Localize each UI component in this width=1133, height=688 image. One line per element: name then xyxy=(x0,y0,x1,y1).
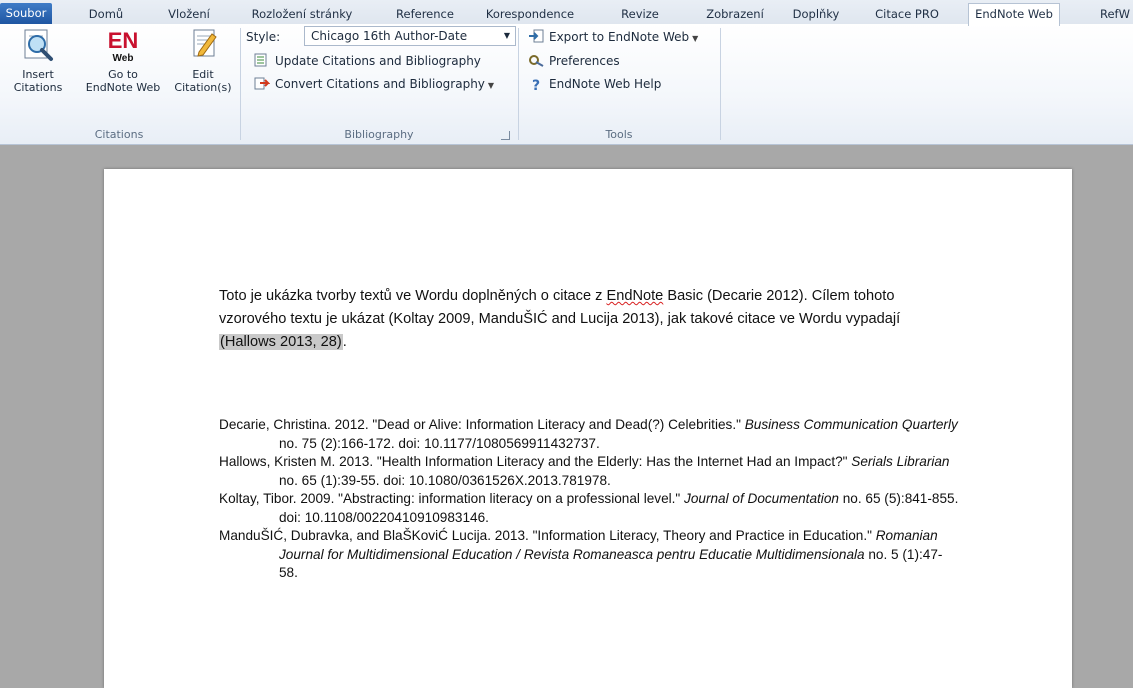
convert-citations-label: Convert Citations and Bibliography xyxy=(275,77,485,91)
style-select[interactable]: Chicago 16th Author-Date ▼ xyxy=(304,26,516,46)
go-to-endnote-web-button[interactable]: EN Web Go to EndNote Web xyxy=(76,26,170,94)
spellcheck-word: EndNote xyxy=(606,288,664,304)
paragraph-text: . xyxy=(342,334,347,350)
dialog-launcher-icon[interactable] xyxy=(501,131,510,140)
preferences-label: Preferences xyxy=(549,54,620,68)
tab-review[interactable]: Revize xyxy=(618,4,662,24)
entry-text: Hallows, Kristen M. 2013. "Health Inform… xyxy=(219,454,852,469)
preferences-icon xyxy=(528,53,544,67)
bibliography-entry: Hallows, Kristen M. 2013. "Health Inform… xyxy=(219,453,959,490)
bibliography-entry: Decarie, Christina. 2012. "Dead or Alive… xyxy=(219,416,959,453)
paragraph-text: Toto je ukázka tvorby textů ve Wordu dop… xyxy=(219,288,607,304)
edit-citation-icon xyxy=(185,26,221,64)
entry-text: Koltay, Tibor. 2009. "Abstracting: infor… xyxy=(219,491,685,506)
help-icon: ? xyxy=(531,78,541,94)
convert-citations-button[interactable]: Convert Citations and Bibliography ▼ xyxy=(254,74,494,94)
update-citations-button[interactable]: Update Citations and Bibliography xyxy=(254,51,481,71)
bibliography-entry: Koltay, Tibor. 2009. "Abstracting: infor… xyxy=(219,490,959,527)
edit-label-line2: Citation(s) xyxy=(174,81,232,94)
bibliography-entry: ManduŠIĆ, Dubravka, and BlaŠKoviĆ Lucija… xyxy=(219,527,959,583)
export-label: Export to EndNote Web xyxy=(549,30,690,44)
help-label: EndNote Web Help xyxy=(549,77,662,91)
endnote-web-logo-icon: EN Web xyxy=(103,26,143,64)
tab-refworks[interactable]: RefW xyxy=(1092,4,1133,24)
en-logo-text: EN xyxy=(108,28,139,53)
group-separator xyxy=(518,28,519,140)
edit-label-line1: Edit xyxy=(192,68,214,81)
insert-label-line2: Citations xyxy=(13,81,63,94)
export-to-endnote-web-button[interactable]: Export to EndNote Web ▼ xyxy=(528,27,698,47)
insert-citations-icon xyxy=(20,26,56,64)
entry-journal: Serials Librarian xyxy=(851,454,950,469)
entry-journal: Journal of Documentation xyxy=(684,491,839,506)
endnote-web-help-button[interactable]: ? EndNote Web Help xyxy=(528,74,661,94)
style-label: Style: xyxy=(246,30,281,44)
edit-citations-button[interactable]: Edit Citation(s) xyxy=(170,26,236,94)
goto-label-line2: EndNote Web xyxy=(85,81,161,94)
entry-text: Decarie, Christina. 2012. "Dead or Alive… xyxy=(219,417,745,432)
tab-home[interactable]: Domů xyxy=(86,4,126,24)
entry-text: ManduŠIĆ, Dubravka, and BlaŠKoviĆ Lucija… xyxy=(219,528,876,543)
ribbon: Insert Citations EN Web Go to EndNote We… xyxy=(0,24,1133,145)
tab-view[interactable]: Zobrazení xyxy=(705,4,765,24)
tab-citace-pro[interactable]: Citace PRO xyxy=(870,4,944,24)
chevron-down-icon: ▼ xyxy=(692,34,699,43)
goto-label-line1: Go to xyxy=(108,68,138,81)
document-page[interactable]: Toto je ukázka tvorby textů ve Wordu dop… xyxy=(104,169,1072,688)
insert-citations-button[interactable]: Insert Citations xyxy=(0,26,76,94)
tab-references[interactable]: Reference xyxy=(392,4,458,24)
document-paragraph[interactable]: Toto je ukázka tvorby textů ve Wordu dop… xyxy=(219,285,939,354)
group-bibliography: Style: Chicago 16th Author-Date ▼ Update… xyxy=(242,24,516,144)
group-citations: Insert Citations EN Web Go to EndNote We… xyxy=(0,24,238,144)
entry-journal: Business Communication Quarterly xyxy=(744,417,958,432)
tab-endnote-web[interactable]: EndNote Web xyxy=(968,3,1060,26)
en-logo-sub: Web xyxy=(113,53,134,64)
tools-group-label: Tools xyxy=(605,128,633,141)
update-citations-label: Update Citations and Bibliography xyxy=(275,54,481,68)
selected-citation[interactable]: (Hallows 2013, 28) xyxy=(219,334,343,350)
group-separator xyxy=(240,28,241,140)
tab-page-layout[interactable]: Rozložení stránky xyxy=(250,4,354,24)
update-citations-icon xyxy=(254,53,270,67)
tab-addins[interactable]: Doplňky xyxy=(790,4,842,24)
entry-details: no. 75 (2):166-172. doi: 10.1177/1080569… xyxy=(279,435,600,451)
convert-citations-icon xyxy=(254,76,271,90)
tab-file[interactable]: Soubor xyxy=(0,3,52,24)
preferences-button[interactable]: Preferences xyxy=(528,51,620,71)
chevron-down-icon: ▼ xyxy=(503,31,510,40)
group-separator xyxy=(720,28,721,140)
tab-insert[interactable]: Vložení xyxy=(166,4,212,24)
ribbon-tab-bar: Soubor Domů Vložení Rozložení stránky Re… xyxy=(0,0,1133,26)
bibliography: Decarie, Christina. 2012. "Dead or Alive… xyxy=(219,416,959,583)
citations-group-label: Citations xyxy=(94,128,144,141)
chevron-down-icon: ▼ xyxy=(487,81,495,90)
style-select-value: Chicago 16th Author-Date xyxy=(311,29,468,43)
bibliography-group-label: Bibliography xyxy=(344,128,414,141)
insert-label-line1: Insert xyxy=(22,68,54,81)
tab-mailings[interactable]: Korespondence xyxy=(484,4,576,24)
group-tools: Export to EndNote Web ▼ Preferences ? EndN… xyxy=(520,24,718,144)
export-icon xyxy=(528,29,544,43)
entry-details: no. 65 (1):39-55. doi: 10.1080/0361526X.… xyxy=(279,472,611,488)
